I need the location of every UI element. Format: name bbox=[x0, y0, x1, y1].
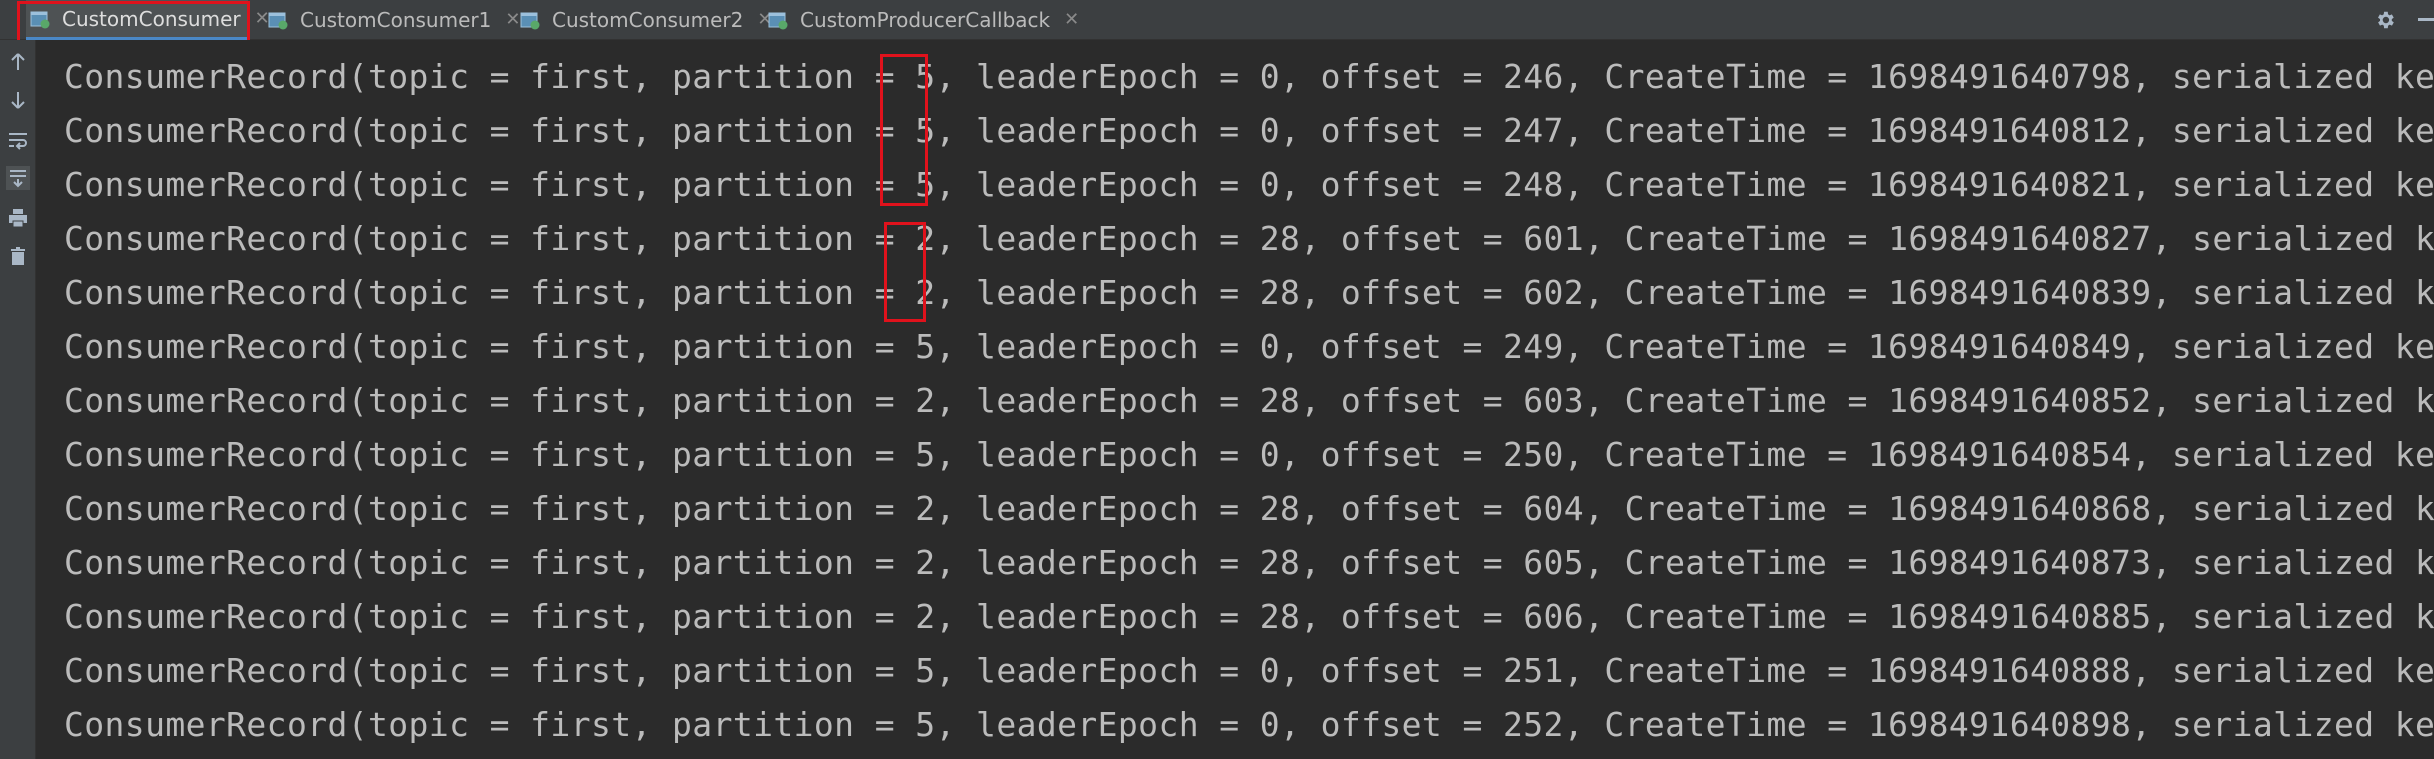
tab-customconsumer[interactable]: CustomConsumer ✕ bbox=[26, 0, 270, 40]
console-line: ConsumerRecord(topic = first, partition … bbox=[64, 543, 2434, 582]
tab-label: CustomConsumer1 bbox=[300, 8, 492, 32]
console-line: ConsumerRecord(topic = first, partition … bbox=[64, 327, 2434, 366]
console-line: ConsumerRecord(topic = first, partition … bbox=[64, 57, 2434, 96]
console-line: ConsumerRecord(topic = first, partition … bbox=[64, 597, 2434, 636]
run-console-icon bbox=[768, 12, 788, 30]
print-icon[interactable] bbox=[6, 206, 30, 230]
tab-customproducercallback[interactable]: CustomProducerCallback ✕ bbox=[768, 0, 1079, 40]
console-toolstrip bbox=[0, 40, 36, 759]
console-line: ConsumerRecord(topic = first, partition … bbox=[64, 111, 2434, 150]
close-icon[interactable]: ✕ bbox=[1064, 11, 1079, 29]
console-line: ConsumerRecord(topic = first, partition … bbox=[64, 435, 2434, 474]
tab-customconsumer1[interactable]: CustomConsumer1 ✕ bbox=[268, 0, 520, 40]
tab-customconsumer2[interactable]: CustomConsumer2 ✕ bbox=[520, 0, 772, 40]
console-line: ConsumerRecord(topic = first, partition … bbox=[64, 489, 2434, 528]
arrow-up-icon[interactable] bbox=[6, 50, 30, 74]
close-icon[interactable]: ✕ bbox=[505, 11, 520, 29]
console-output[interactable]: ConsumerRecord(topic = first, partition … bbox=[36, 40, 2434, 759]
run-console-icon bbox=[268, 12, 288, 30]
console-line: ConsumerRecord(topic = first, partition … bbox=[64, 273, 2434, 312]
run-console-icon bbox=[520, 12, 540, 30]
console-line: ConsumerRecord(topic = first, partition … bbox=[64, 219, 2434, 258]
tab-label: CustomConsumer2 bbox=[552, 8, 744, 32]
tab-bar: CustomConsumer ✕ CustomConsumer1 ✕ Custo… bbox=[0, 0, 2434, 40]
scroll-to-end-icon[interactable] bbox=[6, 166, 30, 190]
gear-icon[interactable] bbox=[2374, 9, 2396, 31]
tab-label: CustomProducerCallback bbox=[800, 8, 1051, 32]
arrow-down-icon[interactable] bbox=[6, 88, 30, 112]
soft-wrap-icon[interactable] bbox=[6, 128, 30, 152]
console-line: ConsumerRecord(topic = first, partition … bbox=[64, 381, 2434, 420]
minimize-icon[interactable] bbox=[2418, 18, 2434, 21]
console-line: ConsumerRecord(topic = first, partition … bbox=[64, 705, 2434, 744]
console-line: ConsumerRecord(topic = first, partition … bbox=[64, 651, 2434, 690]
tab-label: CustomConsumer bbox=[62, 6, 241, 31]
run-console-icon bbox=[30, 11, 50, 28]
trash-icon[interactable] bbox=[6, 244, 30, 268]
console-line: ConsumerRecord(topic = first, partition … bbox=[64, 165, 2434, 204]
